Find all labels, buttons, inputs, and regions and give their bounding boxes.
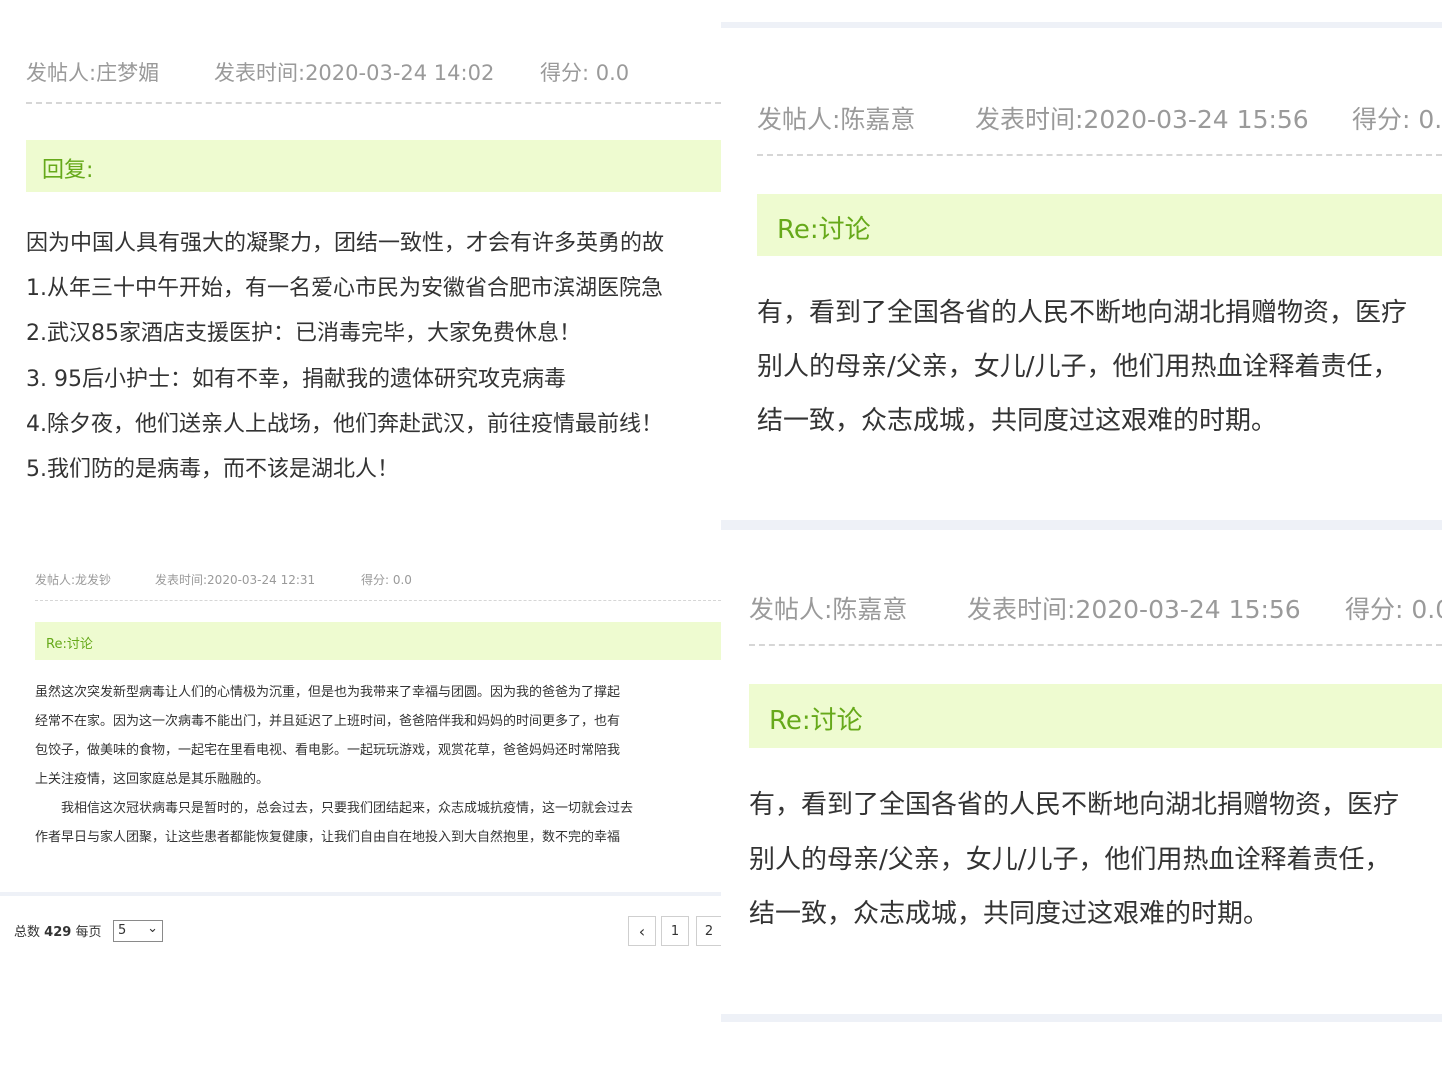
total-label: 总数 [14,925,41,940]
post-line: 因为中国人具有强大的凝聚力，团结一致性，才会有许多英勇的故 [26,231,665,256]
post-line: 2.武汉85家酒店支援医护：已消毒完毕，大家免费休息！ [26,321,581,346]
post-time: 发表时间:2020-03-24 15:56 [967,595,1301,624]
post-score: 得分: 0.0 [361,573,412,587]
post-time: 发表时间:2020-03-24 14:02 [214,61,495,85]
prev-page-button[interactable]: ‹ [628,916,656,946]
reply-title-bar: Re:讨论 [757,194,1442,256]
post-line: 1.从年三十中午开始，有一名爱心市民为安徽省合肥市滨湖医院急 [26,276,663,301]
post-score: 得分: 0.0 [540,61,630,85]
post-bottom-left: 发帖人:龙发钞 发表时间:2020-03-24 12:31 得分: 0.0 Re… [0,530,721,1080]
post-score: 得分: 0.0 [1345,595,1442,624]
section-separator [721,1014,1442,1022]
reply-title-bar: Re:讨论 [749,684,1442,748]
per-page-select[interactable]: 5 ⌄ [113,920,163,942]
post-line: 3. 95后小护士：如有不幸，捐献我的遗体研究攻克病毒 [26,367,566,392]
chevron-down-icon: ⌄ [147,921,158,936]
reply-label: 回复: [42,158,94,183]
divider [35,600,721,601]
chevron-left-icon: ‹ [638,921,646,941]
total-count: 429 [44,925,72,940]
post-line: 结一致，众志成城，共同度过这艰难的时期。 [749,899,1270,929]
post-line: 我相信这次冠状病毒只是暂时的，总会过去，只要我们团结起来，众志成城抗疫情，这一切… [35,801,634,816]
page-number: 2 [704,923,714,939]
page-button-2[interactable]: 2 [696,916,721,946]
divider [26,102,721,104]
post-line: 虽然这次突发新型病毒让人们的心情极为沉重，但是也为我带来了幸福与团圆。因为我的爸… [35,685,621,700]
reply-title-bar: 回复: [26,140,721,192]
post-line: 经常不在家。因为这一次病毒不能出门，并且延迟了上班时间，爸爸陪伴我和妈妈的时间更… [35,714,621,729]
post-line: 上关注疫情，这回家庭总是其乐融融的。 [35,772,270,787]
post-time: 发表时间:2020-03-24 15:56 [975,105,1309,134]
divider [749,644,1442,646]
post-top-right: 发帖人:陈嘉意 发表时间:2020-03-24 15:56 得分: 0.0 Re… [721,0,1442,530]
post-line: 别人的母亲/父亲，女儿/儿子，他们用热血诠释着责任， [757,352,1399,382]
reply-title-bar: Re:讨论 [35,622,721,660]
page-number: 1 [670,923,680,939]
post-bottom-right: 发帖人:陈嘉意 发表时间:2020-03-24 15:56 得分: 0.0 Re… [721,530,1442,1080]
post-line: 包饺子，做美味的食物，一起宅在里看电视、看电影。一起玩玩游戏，观赏花草，爸爸妈妈… [35,743,621,758]
post-score: 得分: 0.0 [1352,105,1442,134]
reply-label: Re:讨论 [777,215,871,245]
per-page-value: 5 [118,923,127,938]
pagination-total: 总数 429 每页 [14,921,101,940]
poster-name: 发帖人:陈嘉意 [749,595,908,624]
post-time: 发表时间:2020-03-24 12:31 [155,573,316,587]
poster-name: 发帖人:陈嘉意 [757,105,916,134]
per-page-label: 每页 [75,925,102,940]
post-line: 别人的母亲/父亲，女儿/儿子，他们用热血诠释着责任， [749,845,1391,875]
reply-label: Re:讨论 [769,706,863,736]
post-line: 结一致，众志成城，共同度过这艰难的时期。 [757,406,1278,436]
poster-name: 发帖人:龙发钞 [35,573,112,587]
divider [757,154,1442,156]
poster-name: 发帖人:庄梦媚 [26,61,160,85]
post-line: 作者早日与家人团聚，让这些患者都能恢复健康，让我们自由自在地投入到大自然抱里，数… [35,830,621,845]
page-button-1[interactable]: 1 [661,916,689,946]
section-separator [721,22,1442,28]
post-top-left: 发帖人:庄梦媚 发表时间:2020-03-24 14:02 得分: 0.0 回复… [0,0,721,530]
post-line: 有，看到了全国各省的人民不断地向湖北捐赠物资，医疗 [757,298,1408,328]
post-line: 4.除夕夜，他们送亲人上战场，他们奔赴武汉，前往疫情最前线！ [26,412,663,437]
section-separator [721,520,1442,530]
section-separator [0,892,721,896]
post-line: 有，看到了全国各省的人民不断地向湖北捐赠物资，医疗 [749,790,1400,820]
post-line: 5.我们防的是病毒，而不该是湖北人！ [26,457,399,482]
reply-label: Re:讨论 [46,637,93,652]
